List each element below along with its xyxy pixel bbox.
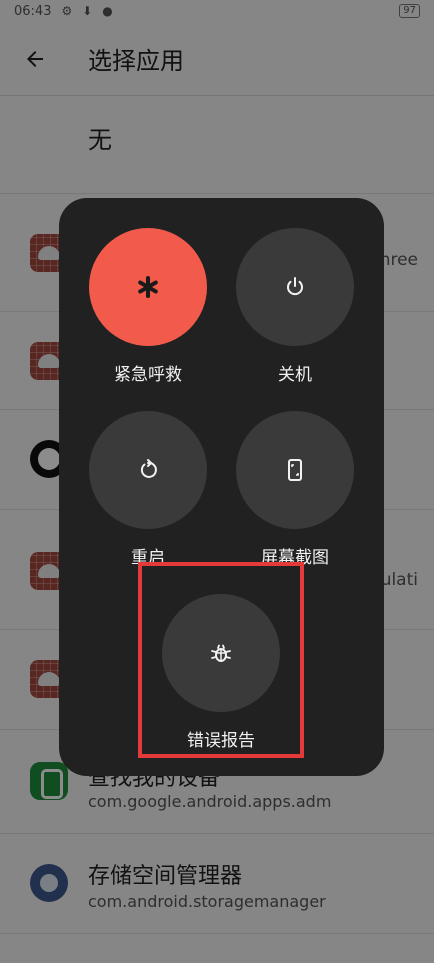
- emergency-button[interactable]: 紧急呼救: [73, 228, 223, 385]
- restart-circle[interactable]: [89, 411, 207, 529]
- asterisk-icon: [138, 276, 158, 298]
- restart-button[interactable]: 重启: [73, 411, 223, 568]
- power-icon: [287, 277, 303, 296]
- power-off-label: 关机: [278, 365, 312, 385]
- bug-report-highlight: [138, 562, 304, 758]
- screenshot-button[interactable]: 屏幕截图: [220, 411, 370, 568]
- power-off-circle[interactable]: [236, 228, 354, 346]
- restart-icon: [140, 459, 157, 478]
- screenshot-icon: [288, 459, 302, 481]
- screenshot-circle[interactable]: [236, 411, 354, 529]
- emergency-circle[interactable]: [89, 228, 207, 346]
- emergency-label: 紧急呼救: [114, 365, 182, 385]
- power-off-button[interactable]: 关机: [220, 228, 370, 385]
